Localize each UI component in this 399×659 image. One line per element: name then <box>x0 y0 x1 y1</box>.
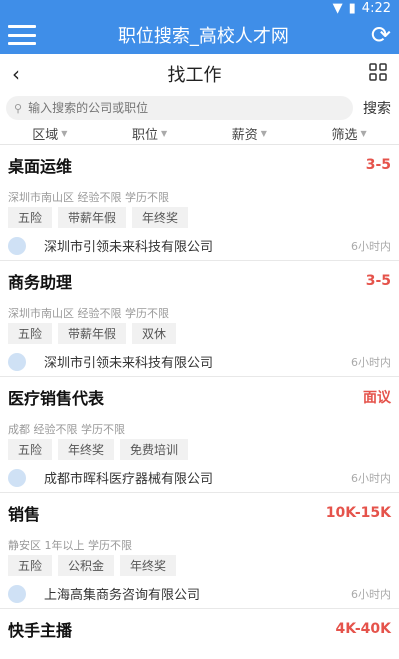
caret-down-icon: ▼ <box>360 128 367 138</box>
battery-icon: ▮ <box>348 0 356 16</box>
back-icon[interactable]: ‹ <box>12 62 20 86</box>
job-tag: 五险 <box>8 323 53 344</box>
job-tag: 五险 <box>8 555 53 576</box>
search-input[interactable] <box>26 100 345 116</box>
company-logo-icon <box>8 236 26 255</box>
menu-icon[interactable] <box>8 25 36 45</box>
company-logo-icon <box>8 468 26 487</box>
job-title: 销售 <box>8 505 41 524</box>
page-title: 找工作 <box>167 65 222 86</box>
post-time: 6小时内 <box>351 471 391 485</box>
job-salary: 10K-15K <box>325 505 391 521</box>
job-salary: 3-5 <box>365 157 391 173</box>
job-list: 桌面运维 3-5 深圳市南山区 经验不限 学历不限 五险 带薪年假 年终奖 深圳市引领… <box>0 145 399 659</box>
search-button[interactable]: 搜索 <box>363 98 391 118</box>
caret-down-icon: ▼ <box>260 128 267 138</box>
post-time: 6小时内 <box>351 587 391 601</box>
wifi-icon: ▼ <box>332 0 343 16</box>
company-name: 深圳市引领未来科技有限公司 <box>44 240 214 255</box>
grid-icon[interactable] <box>369 63 387 85</box>
job-tag: 带薪年假 <box>58 207 127 228</box>
search-box: ⚲ <box>6 96 353 120</box>
job-item[interactable]: 销售 10K-15K 静安区 1年以上 学历不限 五险 公积金 年终奖 上海高集商务咨… <box>0 493 399 609</box>
search-row: ⚲ 搜索 <box>0 94 399 122</box>
job-item[interactable]: 医疗销售代表 面议 成都 经验不限 学历不限 五险 年终奖 免费培训 成都市晖科医疗器… <box>0 377 399 493</box>
job-tag: 年终奖 <box>120 555 177 576</box>
caret-down-icon: ▼ <box>161 128 168 138</box>
job-tag: 年终奖 <box>132 207 189 228</box>
company-name: 成都市晖科医疗器械有限公司 <box>44 472 214 487</box>
job-item[interactable]: 商务助理 3-5 深圳市南山区 经验不限 学历不限 五险 带薪年假 双休 深圳市引领未… <box>0 261 399 377</box>
job-title: 桌面运维 <box>8 157 73 176</box>
job-tag: 年终奖 <box>58 439 115 460</box>
job-title: 快手主播 <box>8 621 73 640</box>
filter-more[interactable]: 筛选 ▼ <box>332 124 367 143</box>
job-tag: 带薪年假 <box>58 323 127 344</box>
refresh-icon[interactable]: ⟳ <box>371 23 391 47</box>
app-title: 职位搜索_高校人才网 <box>117 26 289 47</box>
job-tag: 公积金 <box>58 555 115 576</box>
post-time: 6小时内 <box>351 239 391 253</box>
filter-bar: 区域 ▼ 职位 ▼ 薪资 ▼ 筛选 ▼ <box>0 122 399 145</box>
filter-position[interactable]: 职位 ▼ <box>132 124 167 143</box>
job-tag: 五险 <box>8 439 53 460</box>
company-logo-icon <box>8 584 26 603</box>
company-name: 深圳市引领未来科技有限公司 <box>44 356 214 371</box>
job-tag: 双休 <box>132 323 177 344</box>
job-tag: 免费培训 <box>120 439 189 460</box>
job-meta: 静安区 1年以上 学历不限 <box>8 539 132 552</box>
status-time: 4:22 <box>361 0 391 16</box>
job-title: 商务助理 <box>8 273 73 292</box>
job-item[interactable]: 桌面运维 3-5 深圳市南山区 经验不限 学历不限 五险 带薪年假 年终奖 深圳市引领… <box>0 145 399 261</box>
job-salary: 4K-40K <box>335 621 391 637</box>
status-bar: ▼ ▮ 4:22 <box>0 0 399 16</box>
job-meta: 深圳市南山区 经验不限 学历不限 <box>8 307 169 320</box>
job-tag: 五险 <box>8 207 53 228</box>
page-header: ‹ 找工作 <box>0 54 399 94</box>
job-meta: 成都 经验不限 学历不限 <box>8 423 125 436</box>
post-time: 6小时内 <box>351 355 391 369</box>
app-bar: 职位搜索_高校人才网 ⟳ <box>0 16 399 54</box>
search-icon: ⚲ <box>14 101 23 115</box>
job-item[interactable]: 快手主播 4K-40K <box>0 609 399 659</box>
filter-salary[interactable]: 薪资 ▼ <box>232 124 267 143</box>
job-salary: 3-5 <box>365 273 391 289</box>
job-meta: 深圳市南山区 经验不限 学历不限 <box>8 191 169 204</box>
filter-area[interactable]: 区域 ▼ <box>32 124 67 143</box>
company-name: 上海高集商务咨询有限公司 <box>44 588 201 603</box>
job-title: 医疗销售代表 <box>8 389 105 408</box>
job-salary: 面议 <box>363 390 391 406</box>
caret-down-icon: ▼ <box>61 128 68 138</box>
company-logo-icon <box>8 352 26 371</box>
